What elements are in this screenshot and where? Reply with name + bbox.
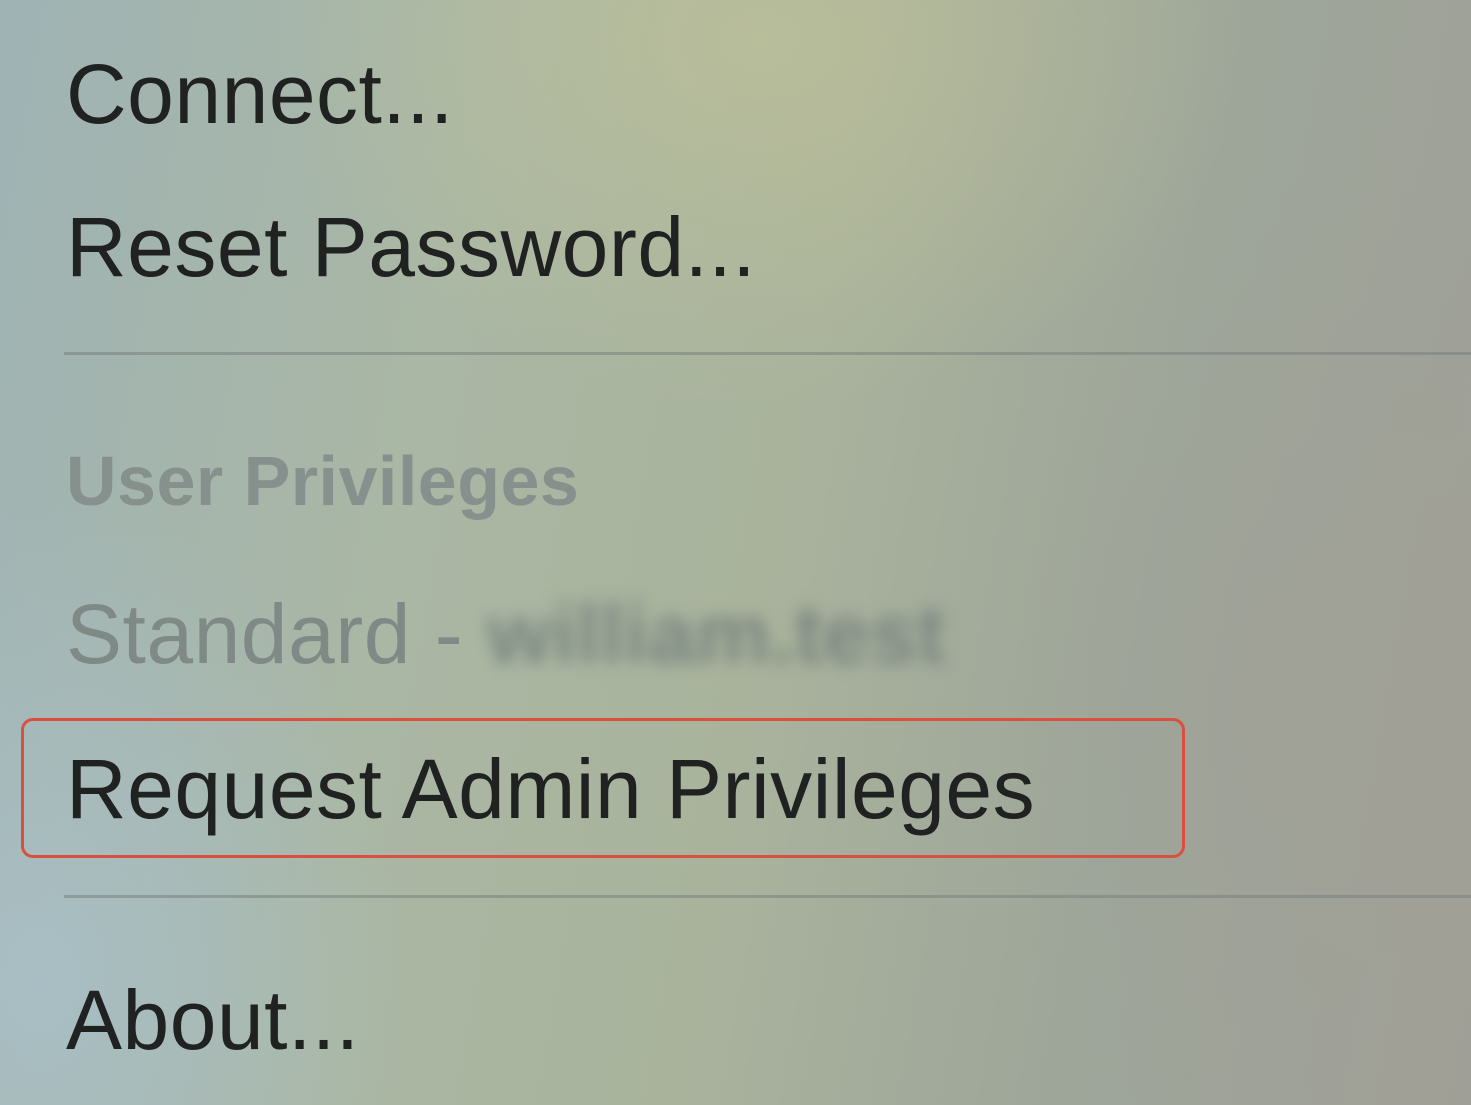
menu-separator xyxy=(64,352,1471,355)
status-menu: Connect... Reset Password... User Privil… xyxy=(0,0,1471,1105)
menu-item-reset-password[interactable]: Reset Password... xyxy=(66,205,756,289)
menu-item-current-privilege: Standard - william.test xyxy=(66,592,946,676)
current-privilege-level: Standard - xyxy=(66,587,488,681)
current-username-redacted: william.test xyxy=(487,587,946,681)
menu-item-about[interactable]: About... xyxy=(66,978,360,1062)
menu-separator xyxy=(64,895,1471,898)
section-header-user-privileges: User Privileges xyxy=(66,442,580,520)
menu-item-request-admin-privileges[interactable]: Request Admin Privileges xyxy=(66,747,1035,831)
menu-item-connect[interactable]: Connect... xyxy=(66,52,454,136)
